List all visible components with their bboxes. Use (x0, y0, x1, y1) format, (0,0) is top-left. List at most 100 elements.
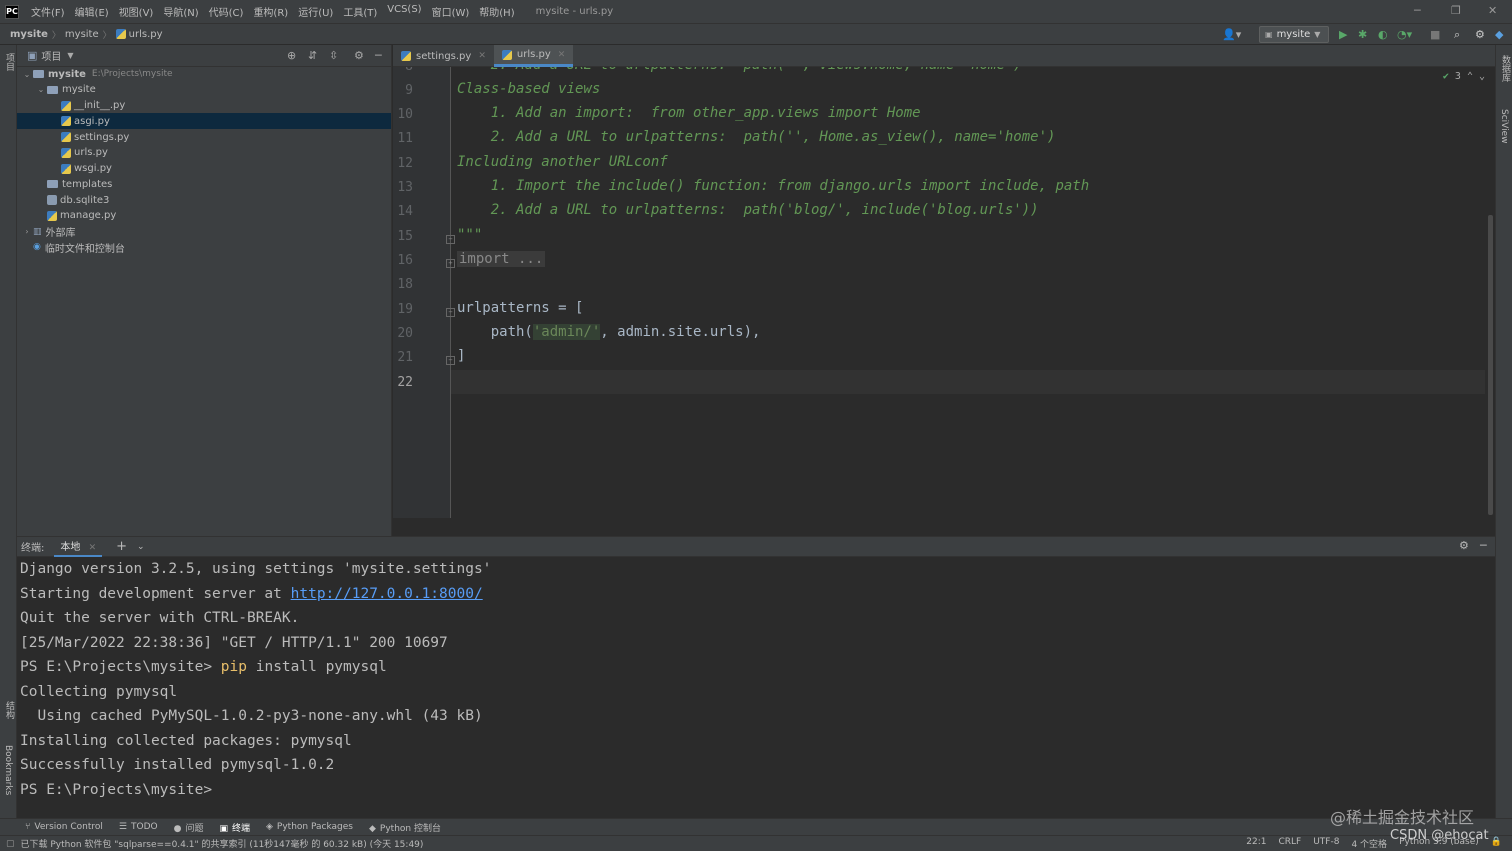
terminal-line: PS E:\Projects\mysite> (20, 782, 221, 798)
run-configuration-select[interactable]: ▣ mysite ▼ (1259, 26, 1329, 43)
tree-item[interactable]: › ▥ 外部库 (17, 224, 391, 240)
close-icon[interactable]: ✕ (558, 50, 566, 60)
menu-item[interactable]: 重构(R) (248, 4, 293, 19)
tool-window-4[interactable]: ◈ Python Packages (266, 822, 353, 832)
settings-gear-icon[interactable]: ⚙ (1459, 539, 1469, 552)
close-icon[interactable]: ✕ (478, 51, 486, 61)
add-icon[interactable]: + (116, 539, 127, 554)
bookmarks-tool-button[interactable]: Bookmarks (3, 745, 13, 795)
menu-item[interactable]: 视图(V) (114, 4, 159, 19)
collapse-all-icon[interactable]: ⇳ (329, 49, 338, 62)
tree-item[interactable]: db.sqlite3 (17, 192, 391, 208)
menu-item[interactable]: 窗口(W) (427, 4, 475, 19)
editor-scrollbar[interactable] (1488, 215, 1493, 515)
indent-setting[interactable]: 4 个空格 (1351, 837, 1387, 850)
terminal-output[interactable]: Django version 3.2.5, using settings 'my… (17, 557, 1495, 818)
chevron-down-icon[interactable]: ▼ (67, 51, 73, 60)
chevron-down-icon[interactable]: ⌄ (1479, 71, 1485, 82)
tool-window-1[interactable]: ☰ TODO (119, 822, 158, 832)
run-icon[interactable]: ▶ (1339, 28, 1347, 41)
tool-window-2[interactable]: ● 问题 (174, 821, 204, 834)
structure-tool-button[interactable]: 结构 (3, 701, 16, 719)
chevron-right-icon: 〉 (51, 30, 61, 41)
terminal-line: Django version 3.2.5, using settings 'my… (20, 561, 491, 577)
scratch-icon: ◉ (33, 242, 41, 253)
settings-gear-icon[interactable]: ⚙ (354, 49, 364, 62)
inspection-widget[interactable]: ✔ 3 ⌃ ⌄ (1443, 71, 1485, 82)
watermark-juejin: @稀土掘金技术社区 (1330, 808, 1475, 827)
panel-toggle-icon[interactable]: ▢ (6, 839, 15, 849)
breadcrumb-folder[interactable]: mysite (65, 29, 99, 40)
editor-tab[interactable]: urls.py ✕ (493, 45, 574, 67)
menu-item[interactable]: 编辑(E) (70, 4, 114, 19)
debug-icon[interactable]: ✱ (1358, 28, 1367, 41)
fold-marker-icon[interactable]: + (446, 259, 455, 268)
chevron-right-icon[interactable]: › (21, 227, 33, 236)
locate-file-icon[interactable]: ⊕ (287, 49, 296, 62)
tree-item[interactable]: templates (17, 176, 391, 192)
caret-position[interactable]: 22:1 (1246, 837, 1266, 850)
fold-marker-icon[interactable]: − (446, 356, 455, 365)
project-tool-button[interactable]: 项目 (3, 53, 16, 71)
stop-icon[interactable]: ■ (1430, 28, 1440, 41)
editor-tab[interactable]: settings.py ✕ (393, 45, 494, 67)
fold-marker-icon[interactable]: − (446, 308, 455, 317)
file-encoding[interactable]: UTF-8 (1313, 837, 1339, 850)
settings-gear-icon[interactable]: ⚙ (1475, 28, 1485, 41)
tree-item[interactable]: manage.py (17, 208, 391, 224)
chevron-down-icon[interactable]: ⌄ (137, 542, 145, 552)
minimize-button[interactable]: ─ (1414, 4, 1421, 17)
jetbrains-toolbox-icon[interactable]: ◆ (1495, 28, 1503, 41)
breadcrumb-project[interactable]: mysite (10, 29, 48, 40)
tree-item[interactable]: asgi.py (17, 113, 391, 130)
hide-panel-icon[interactable]: ─ (375, 49, 382, 62)
lock-icon[interactable]: 🔒 (1491, 837, 1502, 850)
terminal-text: PS E:\Projects\mysite> (20, 659, 221, 675)
chevron-down-icon[interactable]: ⌄ (21, 70, 33, 79)
tool-window-label: Python Packages (276, 822, 353, 832)
menu-item[interactable]: 工具(T) (338, 4, 382, 19)
search-icon[interactable]: ⌕ (1454, 28, 1460, 42)
menu-item[interactable]: 导航(N) (158, 4, 203, 19)
menu-item[interactable]: 帮助(H) (474, 4, 519, 19)
tree-item-label: templates (62, 178, 113, 190)
user-icon[interactable]: 👤▾ (1222, 28, 1241, 41)
tree-item[interactable]: ⌄ mysite E:\Projects\mysite (17, 66, 391, 82)
chevron-up-icon[interactable]: ⌃ (1467, 71, 1473, 82)
menu-item[interactable]: 代码(C) (204, 4, 249, 19)
tree-item[interactable]: urls.py (17, 145, 391, 161)
tree-item[interactable]: __init__.py (17, 98, 391, 114)
folded-imports[interactable]: import ... (457, 251, 546, 267)
expand-all-icon[interactable]: ⇵ (308, 49, 317, 62)
tool-window-icon: ◈ (266, 822, 273, 832)
tool-window-5[interactable]: ◆ Python 控制台 (369, 821, 441, 834)
menu-item[interactable]: VCS(S) (382, 4, 426, 19)
close-button[interactable]: ✕ (1488, 4, 1497, 17)
coverage-icon[interactable]: ◐ (1378, 28, 1388, 41)
hide-panel-icon[interactable]: ─ (1480, 539, 1487, 552)
chevron-down-icon[interactable]: ⌄ (35, 85, 47, 94)
code-line: 2. Add a URL to urlpatterns: path('', Ho… (457, 129, 1056, 145)
tree-item[interactable]: wsgi.py (17, 161, 391, 177)
tool-window-0[interactable]: ⑂ Version Control (25, 822, 103, 832)
restore-button[interactable]: ❐ (1451, 4, 1461, 17)
tree-item[interactable]: ◉ 临时文件和控制台 (17, 239, 391, 255)
tool-window-3[interactable]: ▣ 终端 (219, 821, 250, 834)
profile-icon[interactable]: ◔▾ (1397, 28, 1412, 41)
menu-item[interactable]: 运行(U) (293, 4, 338, 19)
line-separator[interactable]: CRLF (1278, 837, 1301, 850)
terminal-tab-local[interactable]: 本地 ✕ (54, 536, 103, 557)
server-url-link[interactable]: http://127.0.0.1:8000/ (291, 586, 483, 602)
code-editor[interactable]: 8 9 10 11 12 13 14 15 16 18 19 20 21 22 2. Add a URL … (393, 67, 1495, 536)
status-message[interactable]: 已下载 Python 软件包 "sqlparse==0.4.1" 的共享索引 (… (21, 837, 424, 850)
sciview-tool-button[interactable]: SciView (1499, 109, 1509, 144)
database-tool-button[interactable]: 数据库 (1499, 55, 1512, 82)
project-panel-title[interactable]: 项目 (41, 48, 61, 63)
terminal-line: Quit the server with CTRL-BREAK. (20, 610, 299, 626)
tree-item[interactable]: ⌄ mysite (17, 82, 391, 98)
menu-item[interactable]: 文件(F) (26, 4, 70, 19)
breadcrumb-file[interactable]: urls.py (129, 29, 163, 40)
tree-item[interactable]: settings.py (17, 129, 391, 145)
close-icon[interactable]: ✕ (89, 543, 97, 553)
fold-marker-icon[interactable]: − (446, 235, 455, 244)
